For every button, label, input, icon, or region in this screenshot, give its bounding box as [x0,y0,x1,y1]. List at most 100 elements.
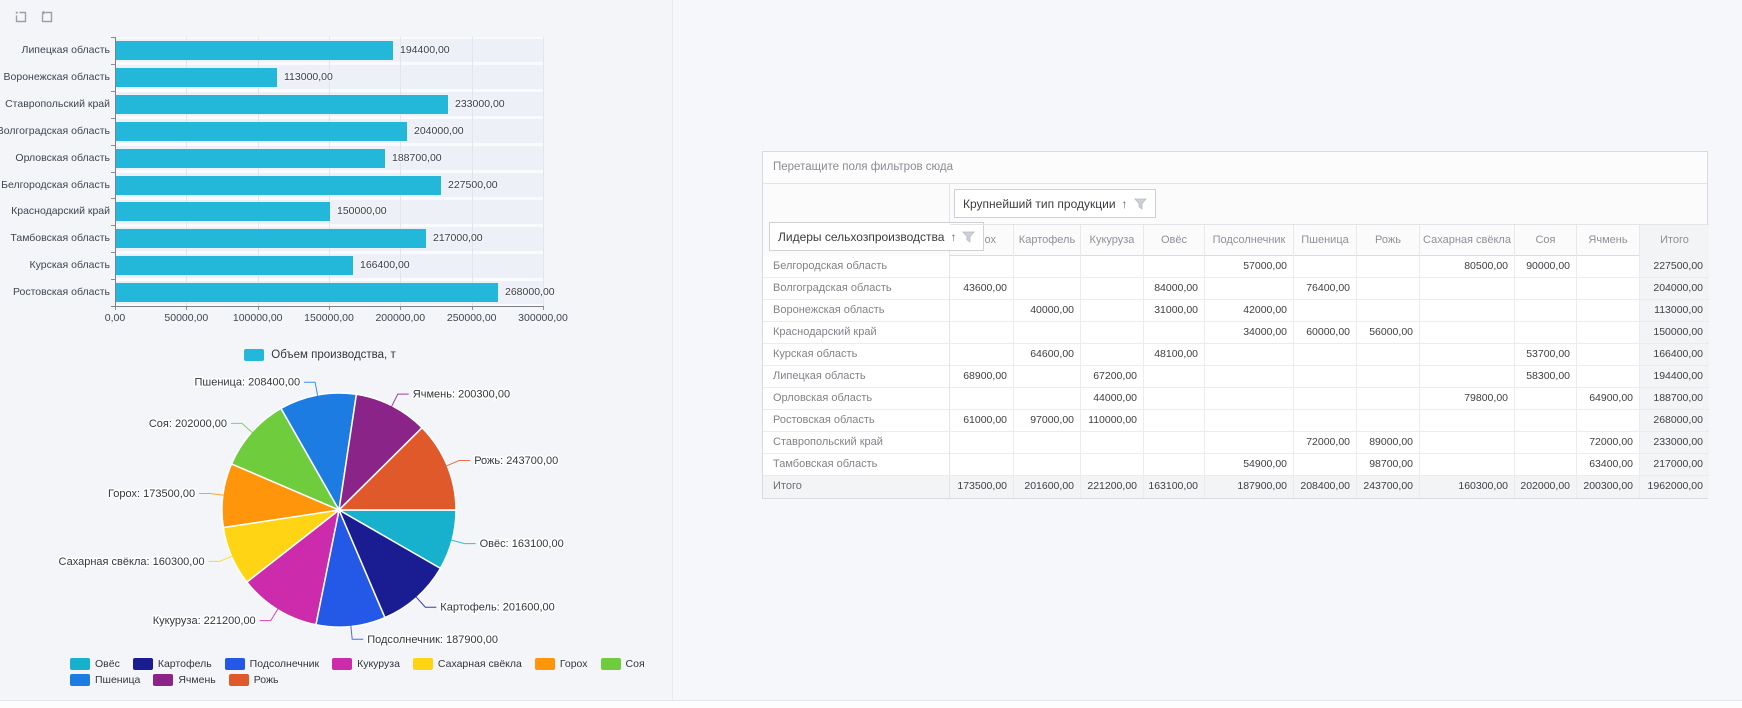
pivot-cell[interactable]: 80500,00 [1419,256,1514,277]
pivot-row-header[interactable]: Волгоградская область [763,278,950,299]
pivot-cell[interactable]: 53700,00 [1514,344,1576,365]
frame-icon[interactable] [12,8,30,26]
pivot-row-header[interactable]: Ростовская область [763,410,950,431]
pivot-row-header[interactable]: Курская область [763,344,950,365]
pivot-cell[interactable] [950,432,1013,453]
pivot-cell[interactable] [950,322,1013,343]
pivot-cell[interactable]: 208400,00 [1293,476,1356,498]
bar[interactable] [116,202,330,221]
pivot-cell[interactable] [1356,300,1419,321]
pivot-cell[interactable]: 233000,00 [1639,432,1709,453]
bar[interactable] [116,68,277,87]
pivot-cell[interactable]: 48100,00 [1143,344,1204,365]
pivot-cell[interactable]: 40000,00 [1013,300,1080,321]
frame-arrow-icon[interactable] [38,8,56,26]
pivot-row-header[interactable]: Итого [763,476,950,498]
pivot-cell[interactable] [1080,256,1143,277]
column-field-chip[interactable]: Крупнейший тип продукции ↑ [954,189,1156,218]
sort-asc-icon[interactable]: ↑ [950,231,956,243]
pivot-cell[interactable]: 67200,00 [1080,366,1143,387]
pivot-cell[interactable] [1013,388,1080,409]
pivot-cell[interactable] [1356,366,1419,387]
pivot-cell[interactable]: 42000,00 [1204,300,1293,321]
pivot-cell[interactable] [1013,454,1080,475]
pivot-cell[interactable] [1293,256,1356,277]
pivot-cell[interactable] [1419,322,1514,343]
pivot-cell[interactable] [1204,410,1293,431]
pivot-cell[interactable] [950,454,1013,475]
pivot-cell[interactable] [1293,300,1356,321]
pivot-row-header[interactable]: Белгородская область [763,256,950,277]
pivot-cell[interactable] [950,300,1013,321]
pivot-cell[interactable] [1204,366,1293,387]
pivot-cell[interactable]: 194400,00 [1639,366,1709,387]
pivot-cell[interactable] [1356,278,1419,299]
pivot-cell[interactable] [1576,322,1639,343]
pivot-cell[interactable]: 72000,00 [1576,432,1639,453]
pivot-row-header[interactable]: Липецкая область [763,366,950,387]
bar[interactable] [116,256,353,275]
pivot-cell[interactable] [1204,278,1293,299]
pivot-cell[interactable] [1576,256,1639,277]
pivot-cell[interactable] [950,256,1013,277]
pivot-cell[interactable]: 58300,00 [1514,366,1576,387]
pivot-cell[interactable] [1419,300,1514,321]
pivot-column-header[interactable]: Пшеница [1293,225,1356,256]
pivot-cell[interactable] [1204,432,1293,453]
pivot-cell[interactable] [1293,366,1356,387]
pivot-cell[interactable] [1419,366,1514,387]
pivot-cell[interactable]: 60000,00 [1293,322,1356,343]
pivot-cell[interactable]: 89000,00 [1356,432,1419,453]
pivot-cell[interactable]: 188700,00 [1639,388,1709,409]
pivot-cell[interactable] [1080,278,1143,299]
pivot-column-header[interactable]: Итого [1639,225,1709,256]
bar[interactable] [116,149,385,168]
pivot-cell[interactable]: 68900,00 [950,366,1013,387]
pivot-cell[interactable] [1293,454,1356,475]
pivot-cell[interactable] [1013,278,1080,299]
pivot-cell[interactable] [1204,344,1293,365]
pivot-cell[interactable] [1514,322,1576,343]
pivot-cell[interactable] [1576,366,1639,387]
pivot-cell[interactable] [1576,344,1639,365]
filter-funnel-icon[interactable] [962,231,975,243]
pivot-cell[interactable]: 227500,00 [1639,256,1709,277]
sort-asc-icon[interactable]: ↑ [1122,198,1128,210]
pivot-cell[interactable] [1514,432,1576,453]
pivot-cell[interactable] [950,388,1013,409]
pivot-cell[interactable]: 173500,00 [950,476,1013,498]
pivot-cell[interactable]: 64900,00 [1576,388,1639,409]
pivot-cell[interactable] [1576,278,1639,299]
pivot-column-header[interactable]: Подсолнечник [1204,225,1293,256]
pivot-cell[interactable]: 44000,00 [1080,388,1143,409]
pivot-cell[interactable]: 56000,00 [1356,322,1419,343]
pivot-cell[interactable] [1419,278,1514,299]
pivot-cell[interactable] [1013,256,1080,277]
pivot-cell[interactable] [1356,344,1419,365]
pivot-cell[interactable] [1514,454,1576,475]
pivot-cell[interactable] [1143,388,1204,409]
pivot-cell[interactable]: 201600,00 [1013,476,1080,498]
bar[interactable] [116,229,426,248]
pivot-cell[interactable]: 79800,00 [1419,388,1514,409]
pivot-cell[interactable] [1576,300,1639,321]
pivot-cell[interactable] [950,344,1013,365]
pivot-cell[interactable]: 187900,00 [1204,476,1293,498]
pivot-cell[interactable] [1143,454,1204,475]
pivot-column-header[interactable]: Соя [1514,225,1576,256]
pivot-cell[interactable] [1356,388,1419,409]
pivot-cell[interactable] [1514,410,1576,431]
pivot-cell[interactable]: 97000,00 [1013,410,1080,431]
pivot-cell[interactable] [1419,344,1514,365]
bar[interactable] [116,95,448,114]
pivot-cell[interactable]: 43600,00 [950,278,1013,299]
pivot-cell[interactable]: 98700,00 [1356,454,1419,475]
pivot-cell[interactable]: 1962000,00 [1639,476,1709,498]
pivot-column-header[interactable]: Картофель [1013,225,1080,256]
pivot-cell[interactable] [1013,432,1080,453]
row-field-chip[interactable]: Лидеры сельхозпроизводства ↑ [769,222,984,251]
pivot-cell[interactable]: 200300,00 [1576,476,1639,498]
pivot-cell[interactable] [1080,454,1143,475]
pivot-cell[interactable]: 90000,00 [1514,256,1576,277]
pivot-cell[interactable] [1143,432,1204,453]
